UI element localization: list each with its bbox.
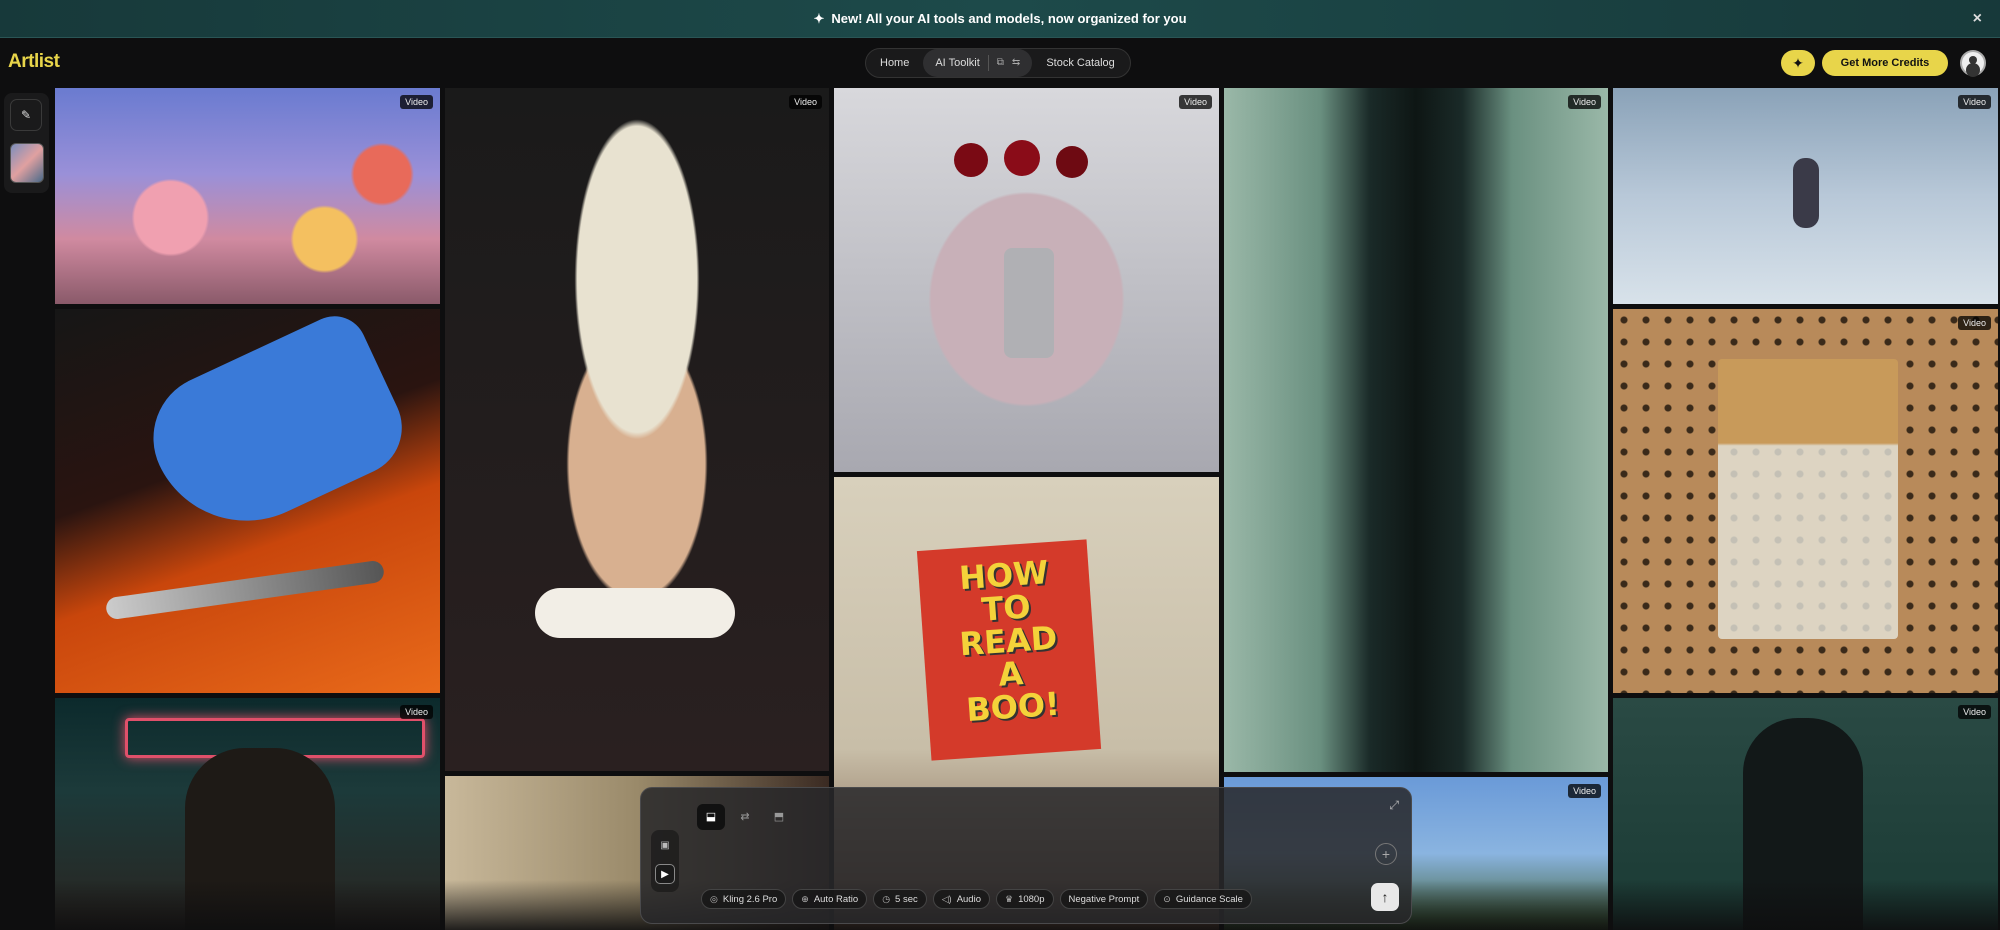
- sparkle-icon: ✦: [813, 10, 825, 26]
- chip-label: Auto Ratio: [813, 893, 859, 905]
- new-project-icon[interactable]: ✎: [10, 99, 42, 131]
- chip-label: Audio: [956, 893, 981, 905]
- video-badge: Video: [400, 95, 433, 109]
- avatar[interactable]: [1960, 50, 1986, 76]
- child-shape: [1793, 158, 1819, 228]
- nav-home[interactable]: Home: [866, 49, 923, 77]
- get-more-credits-button[interactable]: Get More Credits: [1822, 50, 1948, 76]
- chip-label: Kling 2.6 Pro: [722, 893, 778, 905]
- expand-icon[interactable]: ⤢: [1389, 798, 1399, 813]
- recent-project-thumbnail[interactable]: [10, 143, 44, 183]
- chip-label: 5 sec: [895, 893, 918, 905]
- tile-blue-hand[interactable]: [55, 309, 440, 693]
- tile-flowers[interactable]: Video: [55, 88, 440, 304]
- tile-cherry-jelly[interactable]: Video: [834, 88, 1219, 472]
- image-mode-icon[interactable]: ▣: [655, 836, 675, 856]
- tile-silver-woman[interactable]: Video: [445, 88, 829, 771]
- chip-label: Guidance Scale: [1175, 893, 1243, 905]
- blue-hand-shape: [132, 309, 418, 553]
- resolution-chip[interactable]: ♛ 1080p: [996, 889, 1054, 909]
- banner-text[interactable]: New! All your AI tools and models, now o…: [831, 11, 1186, 26]
- nav-stock-catalog[interactable]: Stock Catalog: [1032, 49, 1128, 77]
- audio-tool-icon[interactable]: ⇆: [1012, 49, 1020, 77]
- chip-label: Negative Prompt: [1068, 893, 1140, 905]
- composer-tabs: ⬓ ⇄ ⬒: [697, 804, 793, 830]
- video-mode-icon[interactable]: ▶: [655, 864, 675, 884]
- frames-tab-icon[interactable]: ⬒: [765, 804, 793, 830]
- add-icon[interactable]: +: [1375, 843, 1397, 865]
- knife-shape: [104, 559, 386, 621]
- model-chip[interactable]: ◎ Kling 2.6 Pro: [701, 889, 787, 909]
- tile-neon-phone-man[interactable]: Video: [55, 698, 440, 930]
- nav-ai-toolkit-label: AI Toolkit: [935, 57, 980, 69]
- crown-icon: ♛: [1005, 893, 1014, 904]
- clock-icon: ◷: [882, 893, 891, 904]
- logo[interactable]: Artlist: [8, 51, 60, 73]
- tile-snow-child[interactable]: Video: [1613, 88, 1998, 304]
- cherry-shape: [1004, 140, 1040, 176]
- book-cover: HOW TO READ A BOO!: [916, 539, 1102, 761]
- settings-chips: ◎ Kling 2.6 Pro ⊕ Auto Ratio ◷ 5 sec ◁) Audi…: [701, 889, 1252, 909]
- pearl-collar-shape: [535, 588, 735, 638]
- guidance-scale-chip[interactable]: ⊙ Guidance Scale: [1154, 889, 1252, 909]
- close-icon[interactable]: ×: [1973, 10, 1982, 28]
- man-shape: [185, 748, 335, 930]
- image-tool-icon[interactable]: ⧉: [997, 49, 1004, 77]
- transition-tab-icon[interactable]: ⇄: [731, 804, 759, 830]
- video-badge: Video: [1179, 95, 1212, 109]
- chip-label: 1080p: [1018, 893, 1045, 905]
- sparkle-button[interactable]: ✦: [1781, 50, 1815, 76]
- audio-chip[interactable]: ◁) Audio: [932, 889, 990, 909]
- mode-switcher: ▣ ▶: [651, 830, 679, 892]
- video-badge: Video: [1958, 95, 1991, 109]
- video-badge: Video: [1958, 316, 1991, 330]
- video-badge: Video: [1958, 705, 1991, 719]
- prompt-composer: ⬓ ⇄ ⬒ ⤢ ▣ ▶ + ↑ ◎ Kling 2.6 Pro ⊕ Auto Rat…: [640, 787, 1412, 924]
- tile-toy-horse[interactable]: Video: [1613, 309, 1998, 693]
- announcement-banner: ✦ New! All your AI tools and models, now…: [0, 0, 2000, 38]
- video-badge: Video: [1568, 95, 1601, 109]
- nav-ai-toolkit[interactable]: AI Toolkit ⧉ ⇆: [923, 49, 1033, 77]
- cherry-shape: [954, 143, 988, 177]
- video-badge: Video: [400, 705, 433, 719]
- left-sidebar: ✎: [4, 93, 49, 193]
- ratio-icon: ⊕: [801, 893, 809, 904]
- send-icon[interactable]: ↑: [1371, 883, 1399, 911]
- video-badge: Video: [789, 95, 822, 109]
- ratio-chip[interactable]: ⊕ Auto Ratio: [792, 889, 868, 909]
- video-badge: Video: [1568, 784, 1601, 798]
- top-bar: Artlist Home AI Toolkit ⧉ ⇆ Stock Catalo…: [0, 38, 2000, 88]
- main-nav: Home AI Toolkit ⧉ ⇆ Stock Catalog: [865, 48, 1131, 78]
- divider: [987, 55, 989, 71]
- speaker-icon: ◁): [941, 893, 952, 904]
- horse-package: [1718, 359, 1898, 639]
- tile-suit-man[interactable]: Video: [1613, 698, 1998, 930]
- model-icon: ◎: [710, 893, 718, 904]
- tile-escalator[interactable]: Video: [1224, 88, 1608, 772]
- duration-chip[interactable]: ◷ 5 sec: [873, 889, 927, 909]
- gauge-icon: ⊙: [1163, 893, 1171, 904]
- cherry-shape: [1056, 146, 1088, 178]
- image-to-video-tab-icon[interactable]: ⬓: [697, 804, 725, 830]
- negative-prompt-chip[interactable]: Negative Prompt: [1059, 889, 1149, 909]
- man-shape: [1743, 718, 1863, 930]
- phone-shape: [1004, 248, 1054, 358]
